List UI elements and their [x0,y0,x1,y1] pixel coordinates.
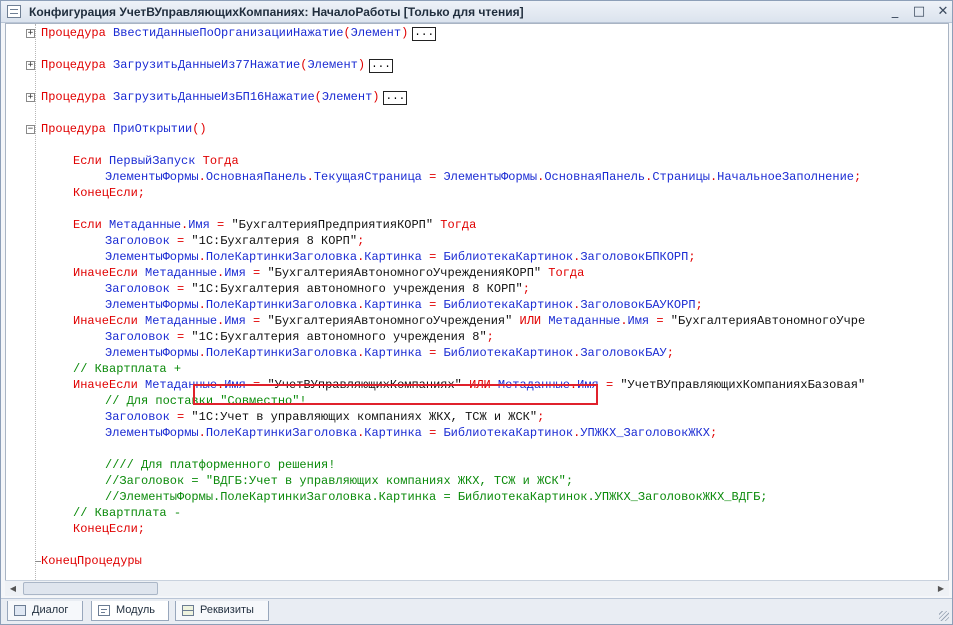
code-line-21: ЭлементыФормы.ПолеКартинкиЗаголовка.Карт… [105,426,718,440]
scroll-left-icon[interactable]: ◀ [5,581,21,596]
tab-label: Диалог [32,604,69,616]
close-button[interactable]: ✕ [933,3,953,21]
code-line-4: Процедура ПриОткрытии() [41,122,207,136]
code-line-11: ИначеЕсли Метаданные.Имя = "БухгалтерияА… [73,266,585,280]
tab-label: Модуль [116,604,155,616]
code-line-24: //ЭлементыФормы.ПолеКартинкиЗаголовка.Ка… [105,490,768,504]
tab-props[interactable]: Реквизиты [175,601,269,621]
scroll-right-icon[interactable]: ▶ [933,581,949,596]
title-bar[interactable]: Конфигурация УчетВУправляющихКомпаниях: … [1,1,952,23]
code-line-5: Если ПервыйЗапуск Тогда [73,154,239,168]
form-tab-bar: Диалог Модуль Реквизиты [1,598,952,624]
collapsed-block-marker[interactable]: ... [383,91,408,105]
code-line-10: ЭлементыФормы.ПолеКартинкиЗаголовка.Карт… [105,250,696,264]
expand-icon[interactable]: + [26,61,35,70]
maximize-button[interactable]: □ [909,3,929,21]
code-line-9: Заголовок = "1С:Бухгалтерия 8 КОРП"; [105,234,365,248]
tab-label: Реквизиты [200,604,254,616]
collapsed-block-marker[interactable]: ... [369,59,393,73]
resize-grip-icon[interactable] [939,611,949,621]
code-line-26: КонецЕсли; [73,522,146,536]
scrollbar-thumb[interactable] [23,582,158,595]
code-line-22: //// Для платформенного решения! [105,458,336,472]
horizontal-scrollbar[interactable]: ◀ ▶ [5,580,949,596]
tab-dialog[interactable]: Диалог [7,601,83,621]
code-line-15: Заголовок = "1С:Бухгалтерия автономного … [105,330,494,344]
code-line-3: Процедура ЗагрузитьДанныеИзБП16Нажатие(Э… [41,90,408,105]
tab-module[interactable]: Модуль [91,601,169,621]
code-line-25: // Квартплата - [73,506,182,520]
expand-icon[interactable]: + [26,29,35,38]
collapse-icon[interactable]: − [26,125,35,134]
code-line-19: // Для поставки "Совместно"! [105,394,307,408]
code-line-17: // Квартплата + [73,362,182,376]
code-line-12: Заголовок = "1С:Бухгалтерия автономного … [105,282,530,296]
code-line-23: //Заголовок = "ВДГБ:Учет в управляющих к… [105,474,574,488]
configurator-window: Конфигурация УчетВУправляющихКомпаниях: … [0,0,953,625]
code-line-6: ЭлементыФормы.ОсновнаяПанель.ТекущаяСтра… [105,170,862,184]
code-line-27: КонецПроцедуры [41,554,142,568]
code-line-1: Процедура ВвестиДанныеПоОрганизацииНажат… [41,26,437,41]
fold-guide [35,24,36,580]
dialog-icon [14,605,26,616]
code-line-20: Заголовок = "1С:Учет в управляющих компа… [105,410,545,424]
props-icon [182,605,194,616]
module-window-icon [7,5,21,18]
code-line-8: Если Метаданные.Имя = "БухгалтерияПредпр… [73,218,477,232]
code-line-14: ИначеЕсли Метаданные.Имя = "БухгалтерияА… [73,314,866,328]
code-line-16: ЭлементыФормы.ПолеКартинкиЗаголовка.Карт… [105,346,674,360]
code-line-7: КонецЕсли; [73,186,146,200]
window-title: Конфигурация УчетВУправляющихКомпаниях: … [29,5,524,19]
expand-icon[interactable]: + [26,93,35,102]
code-line-2: Процедура ЗагрузитьДанныеИз77Нажатие(Эле… [41,58,393,73]
module-icon [98,605,110,616]
code-editor[interactable]: + Процедура ВвестиДанныеПоОрганизацииНаж… [5,23,949,596]
code-line-13: ЭлементыФормы.ПолеКартинкиЗаголовка.Карт… [105,298,703,312]
code-line-18: ИначеЕсли Метаданные.Имя = "УчетВУправля… [73,378,866,392]
minimize-button[interactable]: _ [885,3,905,21]
collapsed-block-marker[interactable]: ... [412,27,437,41]
